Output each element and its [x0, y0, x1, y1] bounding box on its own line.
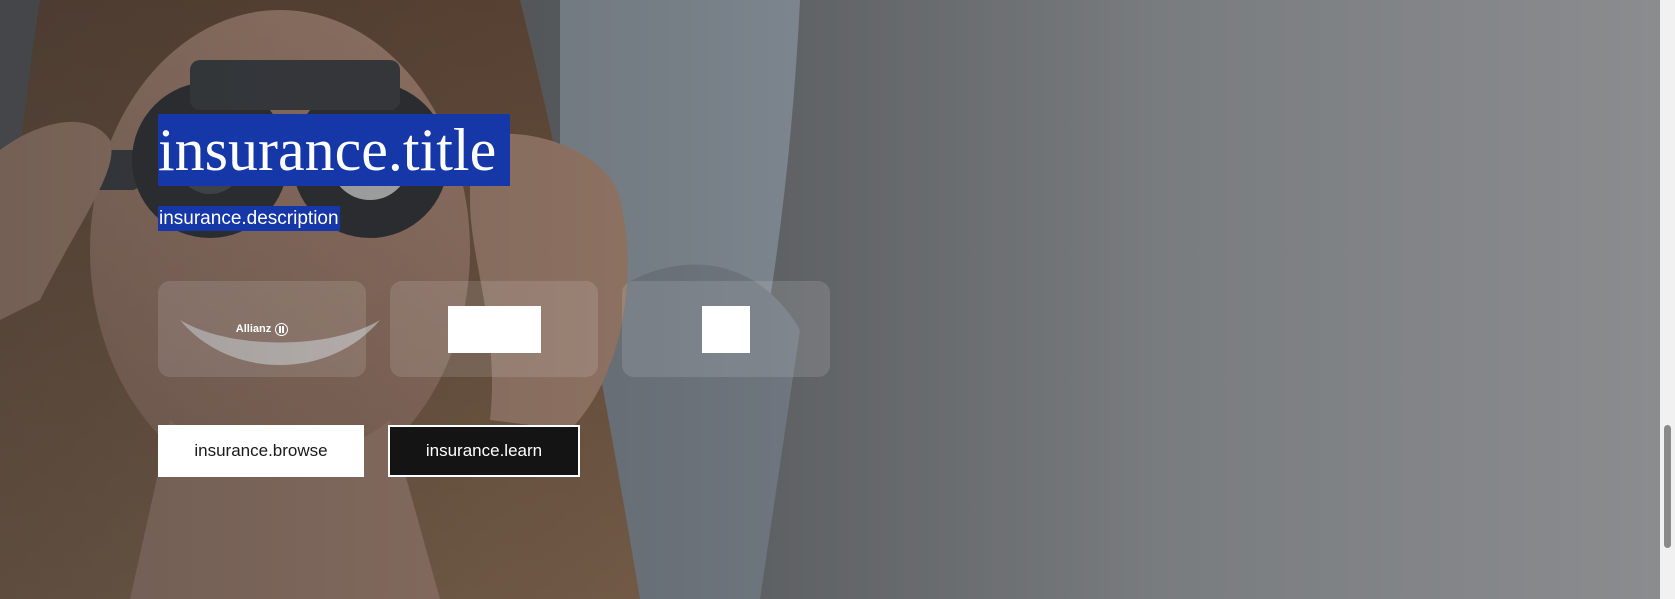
learn-more-button[interactable]: insurance.learn	[388, 425, 580, 477]
insurance-hero-section: insurance.title insurance.description Al…	[0, 0, 1660, 599]
page-scrollbar[interactable]	[1660, 0, 1675, 599]
partner-card-2[interactable]	[390, 281, 598, 377]
logo-placeholder	[447, 305, 541, 353]
partner-card-3[interactable]	[622, 281, 830, 377]
hero-actions: insurance.browse insurance.learn	[158, 425, 580, 477]
insurance-partner-cards: Allianz	[158, 281, 830, 377]
allianz-logo-text: Allianz	[235, 323, 272, 335]
partner-card-allianz[interactable]: Allianz	[158, 281, 366, 377]
allianz-icon	[275, 322, 289, 336]
logo-placeholder	[702, 305, 750, 353]
hero-content: insurance.title insurance.description	[158, 114, 511, 231]
browse-button[interactable]: insurance.browse	[158, 425, 364, 477]
page-title: insurance.title	[158, 114, 511, 186]
scrollbar-thumb[interactable]	[1664, 425, 1671, 548]
page-description: insurance.description	[158, 206, 340, 231]
allianz-logo: Allianz	[235, 322, 289, 336]
